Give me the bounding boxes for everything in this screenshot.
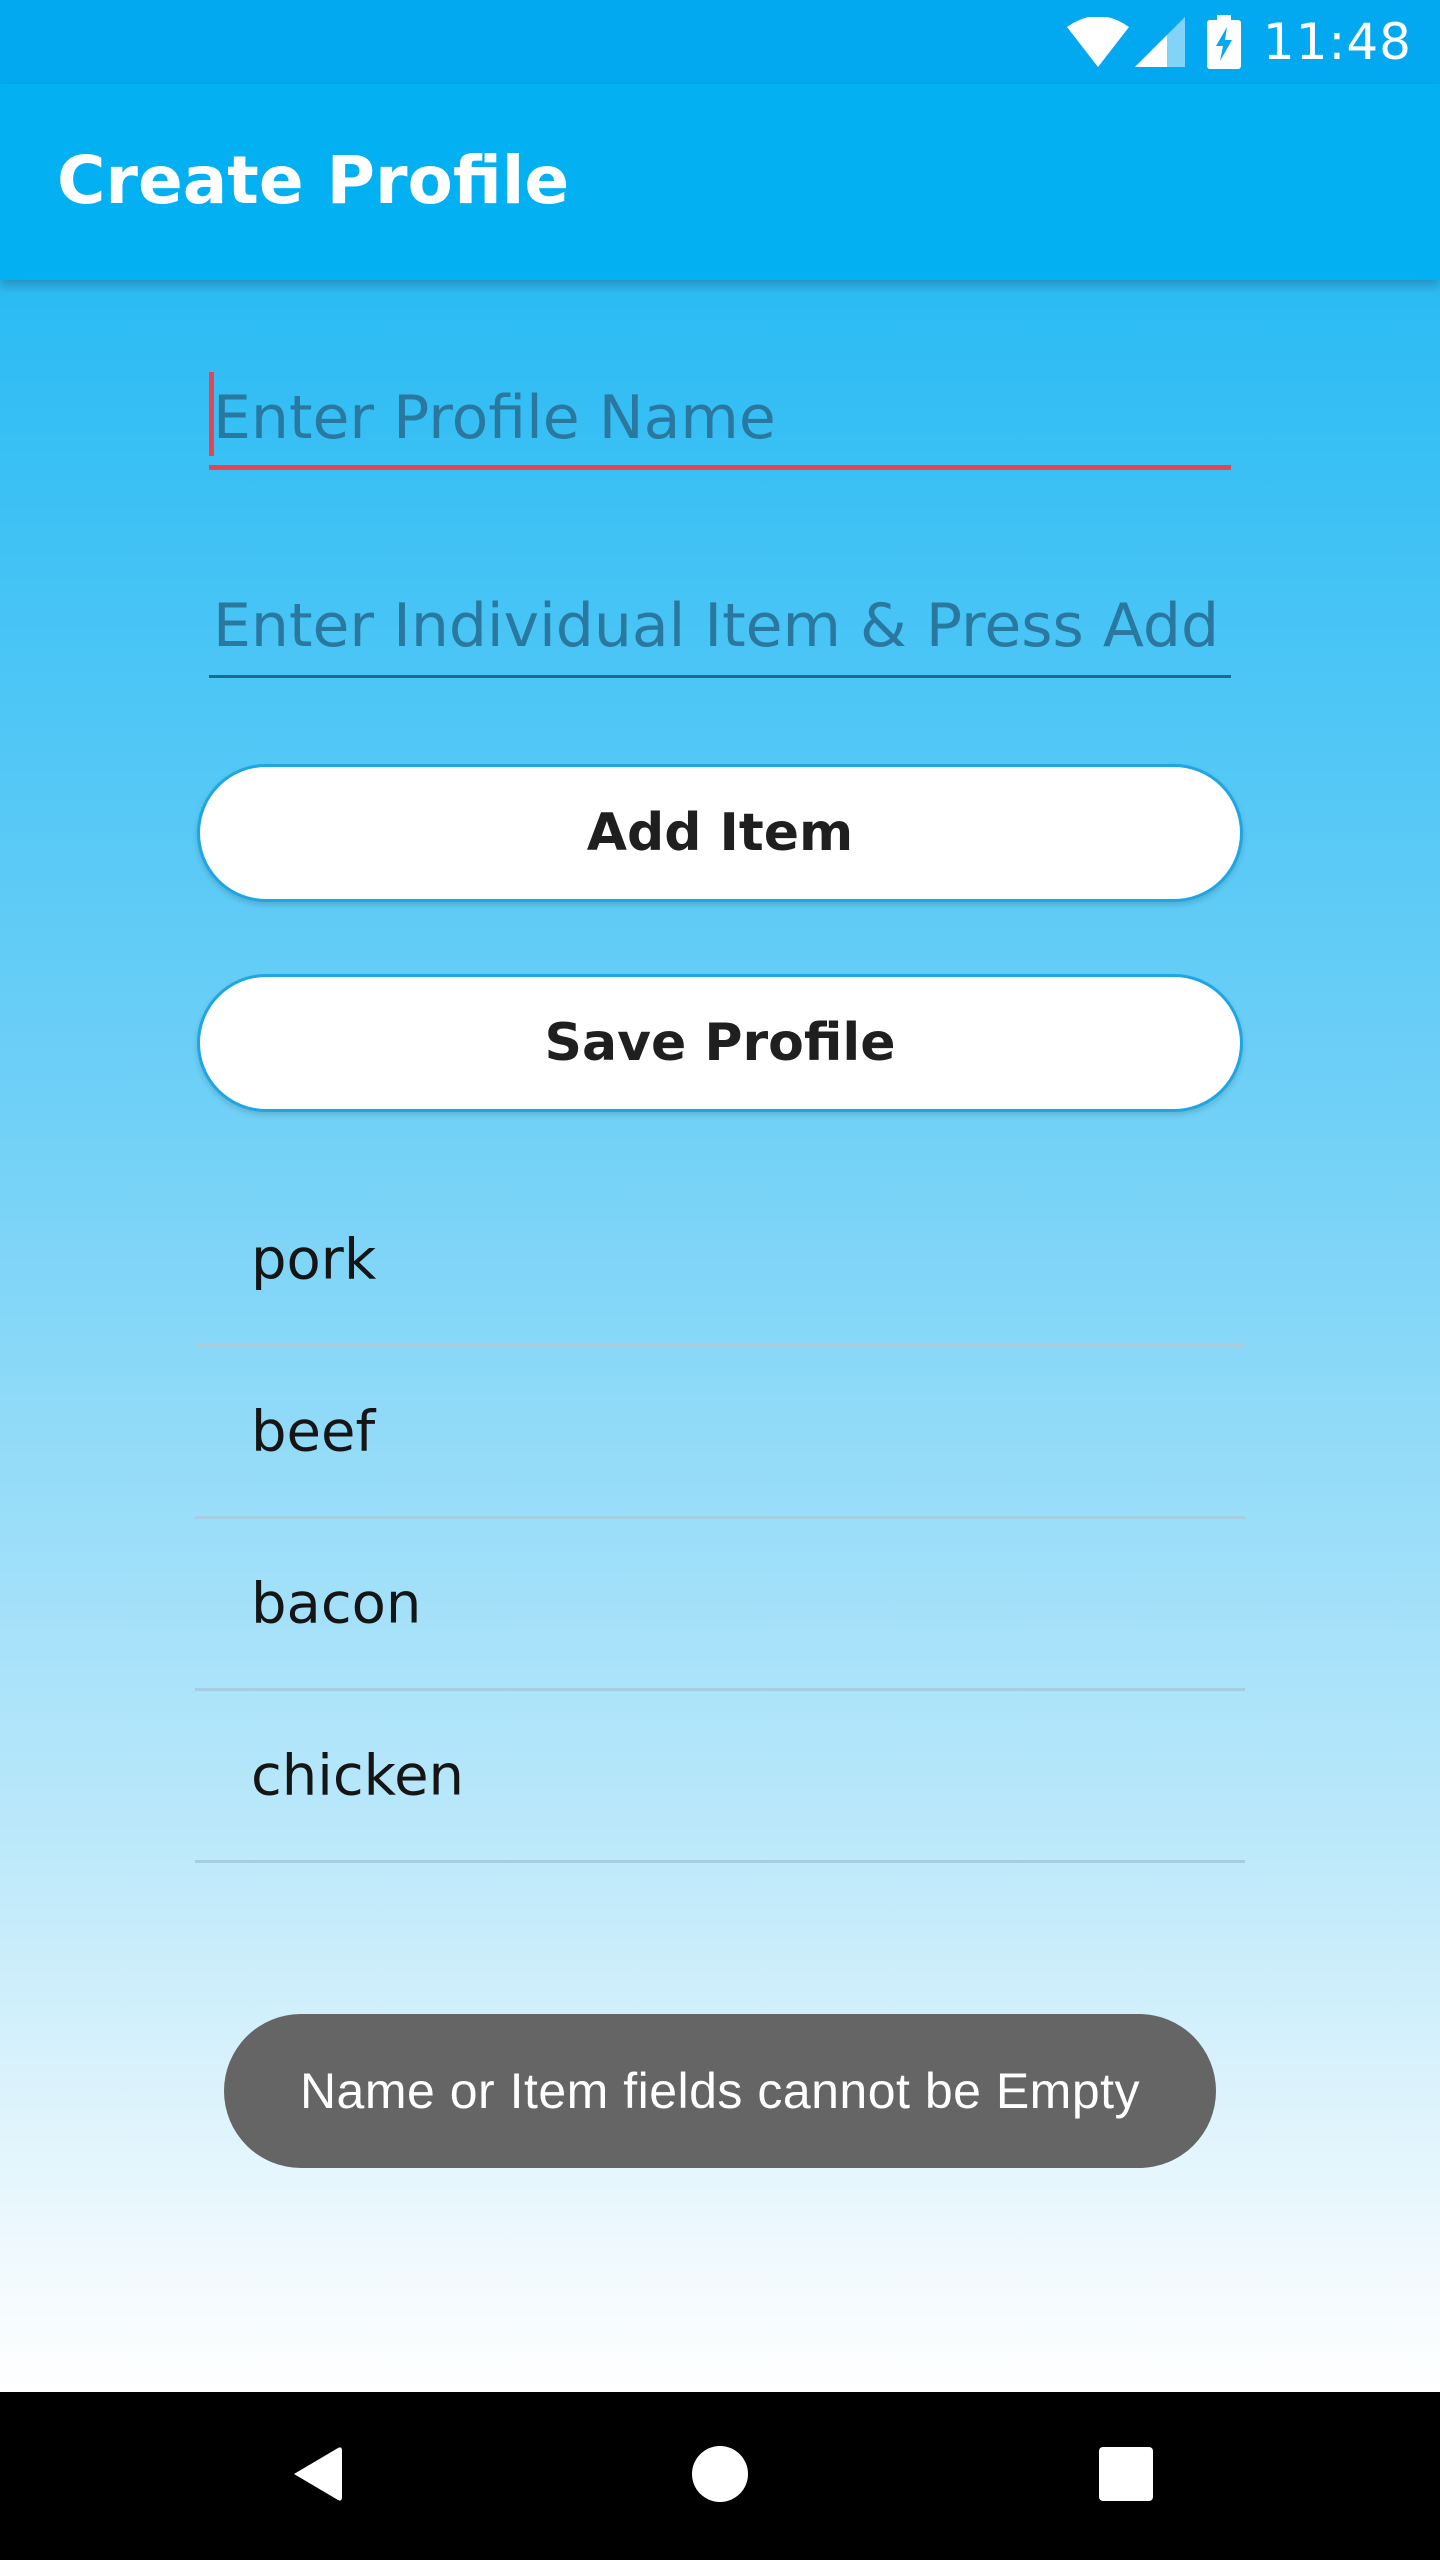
recents-button[interactable]	[1026, 2392, 1226, 2560]
status-bar: 11:48	[0, 0, 1440, 84]
list-item-label: beef	[251, 1399, 376, 1464]
list-item-label: bacon	[251, 1571, 422, 1636]
profile-name-underline	[209, 465, 1231, 470]
list-item-label: chicken	[251, 1743, 465, 1808]
text-cursor	[209, 372, 214, 456]
cell-signal-icon	[1134, 17, 1185, 67]
profile-name-field	[209, 370, 1231, 470]
toast-message: Name or Item fields cannot be Empty	[224, 2014, 1216, 2168]
page-title: Create Profile	[57, 142, 570, 219]
status-time: 11:48	[1262, 13, 1412, 71]
list-item[interactable]: bacon	[195, 1519, 1245, 1691]
wifi-icon	[1066, 17, 1129, 67]
create-profile-screen: 11:48 Create Profile Add Item Save Profi…	[0, 0, 1440, 2560]
save-profile-button[interactable]: Save Profile	[197, 974, 1243, 1112]
list-item[interactable]: chicken	[195, 1691, 1245, 1863]
app-bar: Create Profile	[0, 84, 1440, 280]
item-input[interactable]	[209, 578, 1231, 674]
item-field	[209, 578, 1231, 678]
item-list: pork beef bacon chicken	[195, 1175, 1245, 1863]
back-button[interactable]	[216, 2392, 416, 2560]
recents-icon	[1099, 2447, 1153, 2505]
list-item[interactable]: beef	[195, 1347, 1245, 1519]
home-icon	[691, 2445, 749, 2507]
item-underline	[209, 675, 1231, 678]
navigation-bar	[0, 2392, 1440, 2560]
profile-name-input[interactable]	[209, 370, 1231, 466]
add-item-button[interactable]: Add Item	[197, 764, 1243, 902]
status-icons: 11:48	[1066, 10, 1412, 74]
battery-charging-icon	[1206, 15, 1241, 69]
list-item-label: pork	[251, 1227, 377, 1292]
back-icon	[290, 2444, 342, 2508]
home-button[interactable]	[620, 2392, 820, 2560]
list-item[interactable]: pork	[195, 1175, 1245, 1347]
